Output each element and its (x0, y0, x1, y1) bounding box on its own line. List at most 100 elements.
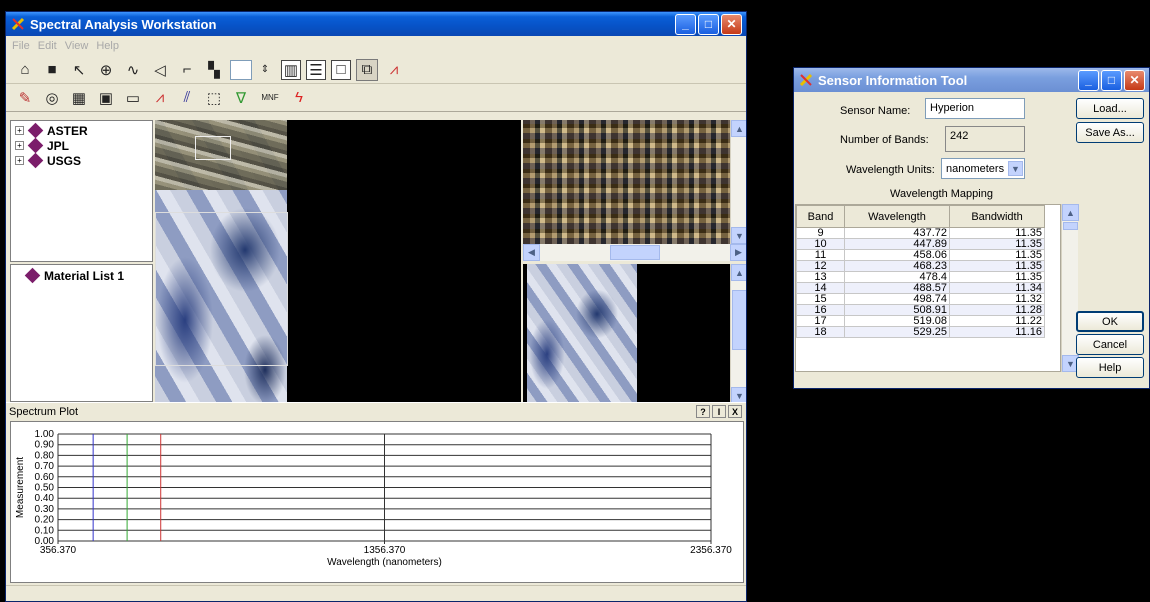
cell-wavelength: 508.91 (844, 304, 950, 316)
mnf-icon[interactable]: MNF (257, 87, 283, 109)
y-axis-label: Measurement (15, 457, 26, 518)
lock-icon[interactable]: ▚ (203, 59, 225, 81)
target-icon[interactable]: ◎ (41, 87, 63, 109)
material-list-label: Material List 1 (44, 268, 125, 283)
close-button[interactable]: ✕ (1124, 69, 1145, 91)
cancel-button[interactable]: Cancel (1076, 334, 1144, 355)
list-view-icon[interactable]: ☰ (306, 59, 326, 80)
plot-icon[interactable]: ⩘ (149, 87, 171, 109)
minimize-button[interactable]: _ (1078, 69, 1099, 91)
table-row[interactable]: 17 519.08 11.22 (796, 315, 1045, 327)
y-tick-label: 0.80 (35, 450, 55, 461)
bar-view-icon[interactable]: ▥ (281, 59, 301, 80)
help-button[interactable]: Help (1076, 357, 1144, 378)
arrow-icon[interactable]: ↖ (68, 59, 90, 81)
zoom-view[interactable] (523, 120, 730, 244)
col-bandwidth[interactable]: Bandwidth (949, 205, 1045, 228)
spectrum-chart[interactable]: 1.000.900.800.700.600.500.400.300.200.10… (11, 422, 743, 582)
table-row[interactable]: 18 529.25 11.16 (796, 326, 1045, 338)
cell-wavelength: 458.06 (844, 249, 950, 261)
zoom-vscroll[interactable]: ▲ ▼ (730, 120, 746, 244)
overview-vscroll[interactable]: ▲ ▼ (730, 264, 746, 404)
scroll-left-icon[interactable]: ◀ (523, 244, 540, 261)
cell-wavelength: 488.57 (844, 282, 950, 294)
freehand-icon[interactable]: ⌐ (176, 59, 198, 81)
plot-stack-icon[interactable]: ⫽ (176, 87, 198, 109)
cell-band: 12 (796, 260, 845, 272)
col-band[interactable]: Band (796, 205, 845, 228)
curve-icon[interactable]: ∿ (122, 59, 144, 81)
close-icon[interactable]: X (728, 405, 742, 418)
spin-icon[interactable]: ⇕ (254, 59, 276, 81)
hscroll-thumb[interactable] (610, 245, 660, 260)
menu-help[interactable]: Help (96, 40, 119, 52)
select-box-icon[interactable]: ⬚ (203, 87, 225, 109)
save-icon[interactable]: ■ (41, 59, 63, 81)
main-image-view[interactable] (155, 120, 521, 404)
y-tick-label: 1.00 (35, 429, 55, 440)
cell-bandwidth: 11.35 (949, 227, 1045, 239)
menu-edit[interactable]: Edit (38, 40, 57, 52)
help-icon[interactable]: ? (696, 405, 710, 418)
spectrum-icon[interactable]: ⩘ (383, 59, 405, 81)
tree-item-usgs[interactable]: + USGS (15, 152, 148, 169)
ok-button[interactable]: OK (1076, 311, 1144, 332)
pen-icon[interactable]: ✎ (14, 87, 36, 109)
window-icon[interactable]: □ (331, 59, 351, 80)
table-row[interactable]: 13 478.4 11.35 (796, 271, 1045, 283)
sensor-info-window: Sensor Information Tool _ □ ✕ Sensor Nam… (793, 67, 1150, 389)
filter-icon[interactable]: ∇ (230, 87, 252, 109)
chevron-down-icon[interactable]: ▼ (1008, 161, 1023, 176)
scroll-up-icon[interactable]: ▲ (731, 264, 746, 281)
vscroll-thumb[interactable] (732, 290, 746, 350)
minimize-button[interactable]: _ (675, 13, 696, 35)
scroll-box[interactable] (155, 212, 288, 366)
tree-item-jpl[interactable]: + JPL (15, 137, 148, 154)
save-as-button[interactable]: Save As... (1076, 122, 1144, 143)
maximize-button[interactable]: □ (1101, 69, 1122, 91)
maximize-button[interactable]: □ (698, 13, 719, 35)
polygon-icon[interactable]: ◁ (149, 59, 171, 81)
vscroll-thumb[interactable] (1063, 222, 1078, 230)
table-row[interactable]: 16 508.91 11.28 (796, 304, 1045, 316)
col-wavelength[interactable]: Wavelength (844, 205, 950, 228)
tree-item-aster[interactable]: + ASTER (15, 122, 148, 139)
scroll-up-icon[interactable]: ▲ (1062, 204, 1079, 221)
lightning-icon[interactable]: ϟ (288, 87, 310, 109)
frame-icon[interactable]: ▭ (122, 87, 144, 109)
zoom-input[interactable] (230, 59, 252, 80)
table-row[interactable]: 12 468.23 11.35 (796, 260, 1045, 272)
sensor-titlebar[interactable]: Sensor Information Tool _ □ ✕ (794, 68, 1149, 92)
table-row[interactable]: 10 447.89 11.35 (796, 238, 1045, 250)
scroll-down-icon[interactable]: ▼ (731, 227, 746, 244)
overview-view[interactable] (523, 264, 730, 404)
menu-view[interactable]: View (65, 40, 89, 52)
table-row[interactable]: 15 498.74 11.32 (796, 293, 1045, 305)
table-row[interactable]: 14 488.57 11.34 (796, 282, 1045, 294)
open-icon[interactable]: ⌂ (14, 59, 36, 81)
crosshair-icon[interactable]: ⊕ (95, 59, 117, 81)
zoom-hscroll[interactable]: ◀ ▶ (523, 244, 746, 261)
y-tick-label: 0.90 (35, 440, 55, 451)
cell-band: 10 (796, 238, 845, 250)
library-tree: + ASTER + JPL + USGS (10, 120, 153, 262)
cascade-icon[interactable]: ⧉ (356, 58, 378, 81)
load-button[interactable]: Load... (1076, 98, 1144, 119)
expand-icon[interactable]: + (15, 126, 24, 135)
expand-icon[interactable]: + (15, 156, 24, 165)
expand-icon[interactable]: + (15, 141, 24, 150)
pin-icon[interactable]: I (712, 405, 726, 418)
main-titlebar[interactable]: Spectral Analysis Workstation _ □ ✕ (6, 12, 746, 36)
close-button[interactable]: ✕ (721, 13, 742, 35)
material-list-item[interactable]: Material List 1 (24, 267, 146, 284)
menu-file[interactable]: File (12, 40, 30, 52)
image-icon[interactable]: ▣ (95, 87, 117, 109)
table-row[interactable]: 11 458.06 11.35 (796, 249, 1045, 261)
scroll-right-icon[interactable]: ▶ (730, 244, 746, 261)
table-row[interactable]: 9 437.72 11.35 (796, 227, 1045, 239)
grid-icon[interactable]: ▦ (68, 87, 90, 109)
units-select[interactable]: nanometers ▼ (941, 158, 1025, 179)
zoom-box[interactable] (195, 136, 231, 160)
sensor-name-field[interactable]: Hyperion (925, 98, 1025, 119)
scroll-up-icon[interactable]: ▲ (731, 120, 746, 137)
